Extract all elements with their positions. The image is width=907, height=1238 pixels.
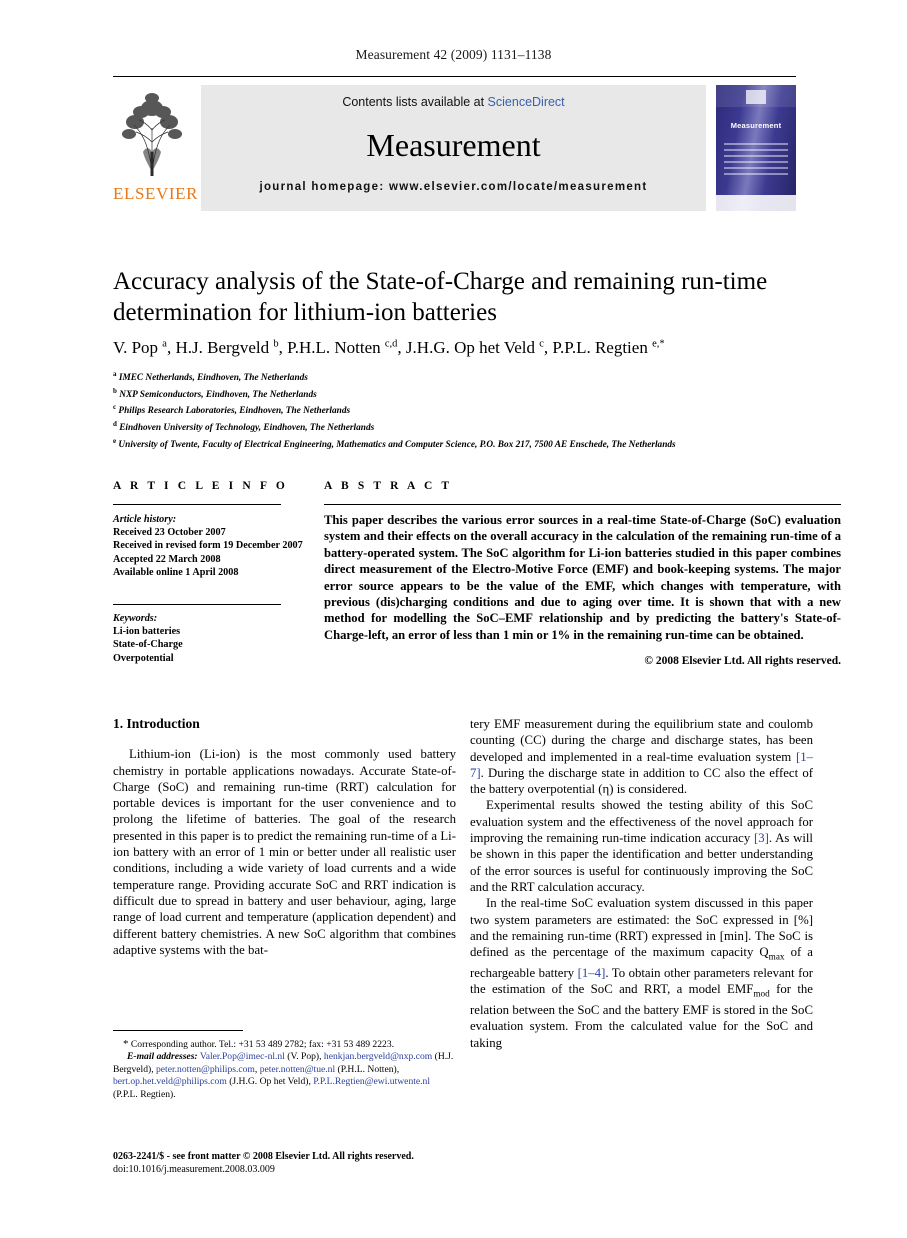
keyword-item: Overpotential [113, 652, 174, 664]
affiliation-mark: b [113, 386, 117, 395]
cover-journal-title: Measurement [730, 121, 782, 130]
corresponding-author-text: Corresponding author. Tel.: +31 53 489 2… [128, 1039, 395, 1050]
abstract-top-rule [324, 504, 841, 505]
journal-cover-thumbnail: Measurement [716, 85, 796, 211]
history-item: Available online 1 April 2008 [113, 566, 239, 578]
subscript-max: max [768, 951, 785, 962]
elsevier-tree-icon [115, 82, 189, 182]
subscript-mod: mod [753, 988, 770, 999]
journal-homepage-link[interactable]: journal homepage: www.elsevier.com/locat… [201, 181, 706, 193]
contents-available-line: Contents lists available at ScienceDirec… [201, 95, 706, 109]
article-history-label: Article history: [113, 514, 177, 525]
journal-band: Contents lists available at ScienceDirec… [201, 85, 706, 211]
article-info-heading: A R T I C L E I N F O [113, 480, 288, 492]
keyword-list: Keywords: Li-ion batteries State-of-Char… [113, 612, 313, 665]
issn-line: 0263-2241/$ - see front matter © 2008 El… [113, 1151, 414, 1162]
email-addresses-note: E-mail addresses: Valer.Pop@imec-nl.nl (… [113, 1051, 456, 1101]
affiliation-mark: c [113, 403, 117, 412]
masthead-top-rule [113, 76, 796, 77]
footnote-rule [113, 1030, 243, 1031]
body-column-left: 1. Introduction Lithium-ion (Li-ion) is … [113, 716, 456, 958]
corresponding-author-note: * Corresponding author. Tel.: +31 53 489… [113, 1038, 456, 1051]
body-column-right: tery EMF measurement during the equilibr… [470, 716, 813, 1051]
journal-title: Measurement [366, 127, 541, 163]
doi-line[interactable]: doi:10.1016/j.measurement.2008.03.009 [113, 1163, 513, 1176]
running-head: Measurement 42 (2009) 1131–1138 [355, 47, 552, 62]
keyword-item: State-of-Charge [113, 639, 183, 651]
paper-page: Measurement 42 (2009) 1131–1138 ELSEVIER… [0, 0, 907, 1238]
abstract-text: This paper describes the various error s… [324, 513, 841, 642]
imprint-block: 0263-2241/$ - see front matter © 2008 El… [113, 1150, 513, 1176]
keywords-label: Keywords: [113, 613, 158, 624]
sciencedirect-link[interactable]: ScienceDirect [488, 95, 565, 109]
paragraph-text: In the real-time SoC evaluation system d… [470, 896, 813, 960]
page-title: Accuracy analysis of the State-of-Charge… [113, 268, 768, 326]
cover-text-lines [724, 143, 788, 183]
paragraph-text: tery EMF measurement during the equilibr… [470, 717, 813, 764]
paragraph-text: . During the discharge state in addition… [470, 765, 813, 797]
article-info-top-rule [113, 504, 281, 505]
body-paragraph: In the real-time SoC evaluation system d… [470, 895, 813, 1051]
keyword-item: Li-ion batteries [113, 626, 181, 638]
body-paragraph: tery EMF measurement during the equilibr… [470, 716, 813, 797]
body-paragraph: Experimental results showed the testing … [470, 797, 813, 895]
citation-link[interactable]: [3] [754, 831, 769, 845]
email-label: E-mail addresses: [127, 1051, 198, 1063]
section-heading-introduction: 1. Introduction [113, 716, 200, 731]
affiliation-item: d Eindhoven University of Technology, Ei… [113, 420, 375, 434]
affiliation-mark: d [113, 420, 117, 429]
article-history: Article history: Received 23 October 200… [113, 513, 313, 579]
elsevier-wordmark: ELSEVIER [113, 184, 199, 203]
affiliation-list: a IMEC Netherlands, Eindhoven, The Nethe… [113, 368, 873, 451]
cover-footer-bar [716, 195, 796, 211]
history-item: Accepted 22 March 2008 [113, 553, 221, 565]
body-paragraph: Lithium-ion (Li-ion) is the most commonl… [113, 747, 456, 957]
affiliation-item: c Philips Research Laboratories, Eindhov… [113, 403, 351, 417]
contents-prefix: Contents lists available at [342, 95, 488, 109]
affiliation-item: b NXP Semiconductors, Eindhoven, The Net… [113, 386, 317, 400]
history-item: Received 23 October 2007 [113, 527, 226, 539]
history-item: Received in revised form 19 December 200… [113, 540, 303, 552]
affiliation-item: a IMEC Netherlands, Eindhoven, The Nethe… [113, 370, 308, 384]
affiliation-mark: a [113, 370, 117, 378]
abstract-heading: A B S T R A C T [324, 480, 453, 492]
cover-emblem [746, 90, 766, 104]
author-list: V. Pop a, H.J. Bergveld b, P.H.L. Notten… [113, 338, 665, 357]
footnote-block: * Corresponding author. Tel.: +31 53 489… [113, 1038, 456, 1101]
elsevier-logo: ELSEVIER [113, 82, 199, 214]
article-info-mid-rule [113, 604, 281, 605]
citation-link[interactable]: [1–4] [578, 966, 606, 980]
copyright-line: © 2008 Elsevier Ltd. All rights reserved… [644, 655, 841, 667]
affiliation-item: e University of Twente, Faculty of Elect… [113, 436, 676, 450]
journal-masthead: ELSEVIER Contents lists available at Sci… [113, 76, 796, 220]
affiliation-mark: e [113, 436, 117, 445]
